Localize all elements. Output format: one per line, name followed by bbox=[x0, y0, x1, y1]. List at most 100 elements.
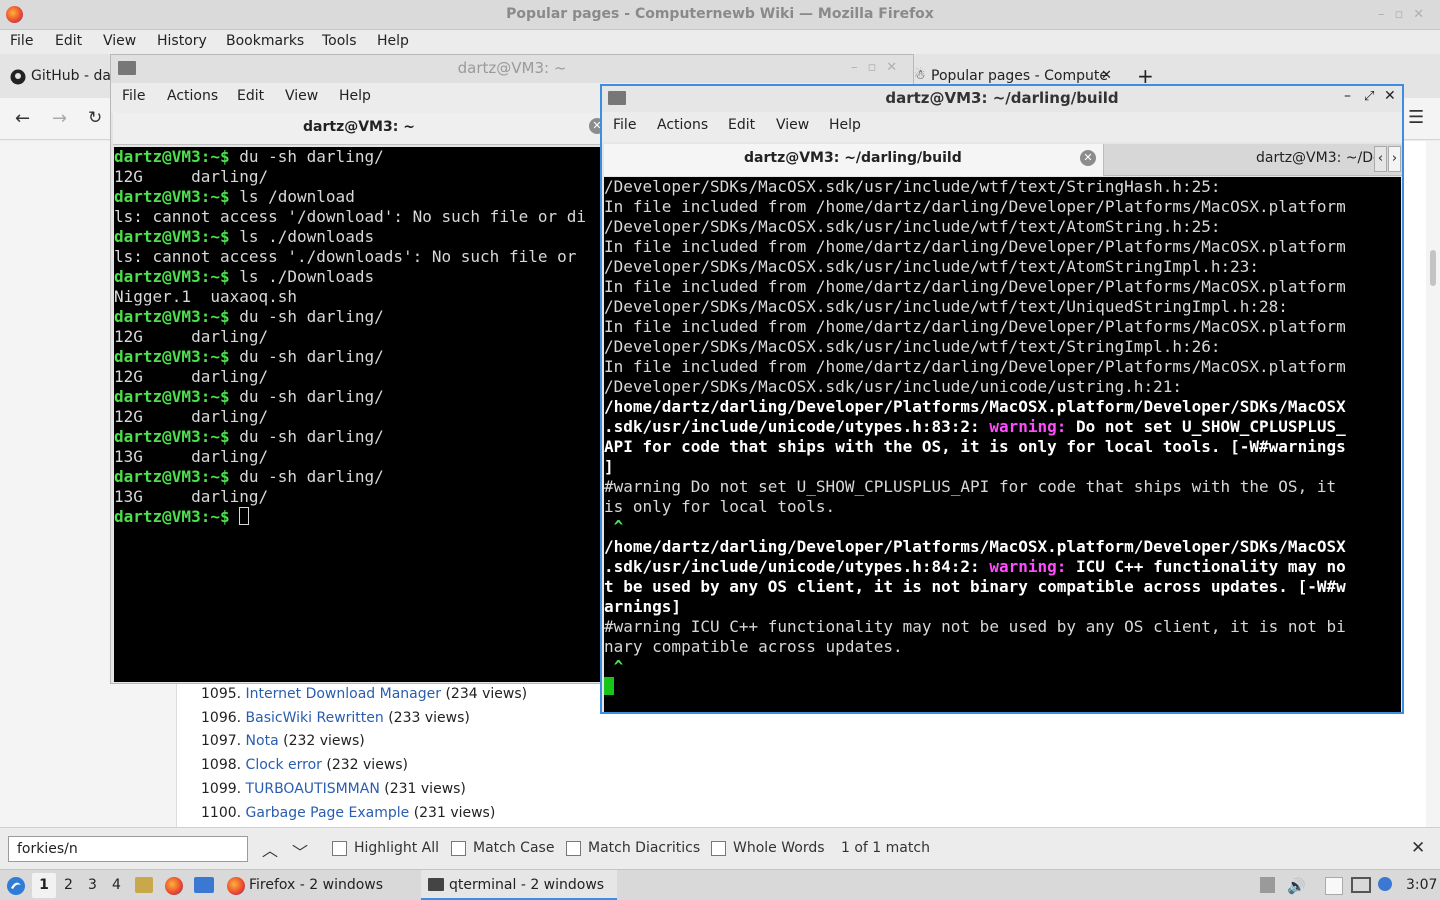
term-menu-file[interactable]: File bbox=[122, 88, 145, 104]
terminal-line bbox=[604, 677, 1401, 697]
start-menu-icon[interactable] bbox=[6, 876, 26, 896]
shell-output: 12G darling/ bbox=[114, 167, 269, 186]
whole-words-label[interactable]: Whole Words bbox=[733, 840, 825, 856]
match-diacritics-label[interactable]: Match Diacritics bbox=[588, 840, 700, 856]
match-diacritics-checkbox[interactable] bbox=[566, 841, 581, 856]
match-case-label[interactable]: Match Case bbox=[473, 840, 554, 856]
workspace-4[interactable]: 4 bbox=[112, 877, 121, 893]
close-findbar-icon[interactable]: ✕ bbox=[1411, 838, 1425, 858]
wiki-link[interactable]: Nota bbox=[246, 733, 279, 749]
tab-scroll-right-icon[interactable]: › bbox=[1388, 146, 1401, 172]
terminal-line: t be used by any OS client, it is not bi… bbox=[604, 577, 1401, 597]
clipboard-icon[interactable] bbox=[1260, 877, 1275, 893]
wiki-link[interactable]: TURBOAUTISMMAN bbox=[246, 781, 380, 797]
shell-output: Nigger.1 uaxaoq.sh bbox=[114, 287, 298, 306]
whole-words-checkbox[interactable] bbox=[711, 841, 726, 856]
terminal-line: /home/dartz/darling/Developer/Platforms/… bbox=[604, 397, 1401, 417]
reload-icon[interactable]: ↻ bbox=[88, 108, 102, 128]
view-count: (231 views) bbox=[384, 781, 466, 797]
terminal-tab-second[interactable]: dartz@VM3: ~/Dc bbox=[1256, 150, 1381, 166]
menu-help[interactable]: Help bbox=[377, 33, 409, 49]
term-menu-view[interactable]: View bbox=[285, 88, 318, 104]
menu-edit[interactable]: Edit bbox=[55, 33, 82, 49]
workspace-2[interactable]: 2 bbox=[64, 877, 73, 893]
match-case-checkbox[interactable] bbox=[451, 841, 466, 856]
wiki-link[interactable]: Garbage Page Example bbox=[246, 805, 410, 821]
page-scrollbar-thumb[interactable] bbox=[1430, 250, 1436, 286]
minimize-icon[interactable]: – bbox=[1344, 88, 1351, 104]
tab-scroll-left-icon[interactable]: ‹ bbox=[1374, 146, 1387, 172]
terminal-home-window-controls[interactable]: –▫✕ bbox=[851, 60, 907, 75]
maximize-icon[interactable]: ⤢ bbox=[1364, 89, 1374, 104]
workspace-3[interactable]: 3 bbox=[88, 877, 97, 893]
firefox-task[interactable]: Firefox - 2 windows bbox=[249, 877, 383, 893]
warning-message: Do not set U_SHOW_CPLUSPLUS_ bbox=[1066, 417, 1346, 436]
terminal-line: ^ bbox=[604, 517, 1401, 537]
shell-output: 12G darling/ bbox=[114, 407, 269, 426]
tab-close-icon[interactable]: ✕ bbox=[1101, 68, 1112, 83]
tab-favicon-icon: ☃ bbox=[914, 68, 926, 83]
find-bar: ︿ ﹀ Highlight All Match Case Match Diacr… bbox=[0, 827, 1440, 869]
terminal-tab-build[interactable]: dartz@VM3: ~/darling/build ✕ bbox=[604, 144, 1104, 176]
compiler-output: /home/dartz/darling/Developer/Platforms/… bbox=[604, 397, 1346, 416]
firefox-window-controls[interactable]: –▫✕ bbox=[1378, 7, 1434, 22]
shell-prompt: dartz@VM3:~$ bbox=[114, 267, 230, 286]
tab-github[interactable]: GitHub - dar bbox=[31, 68, 117, 84]
terminal-tab-home[interactable]: dartz@VM3: ~ bbox=[303, 119, 415, 135]
term-menu-view[interactable]: View bbox=[776, 117, 809, 133]
term-menu-actions[interactable]: Actions bbox=[657, 117, 708, 133]
close-icon[interactable]: ✕ bbox=[1384, 88, 1396, 104]
forward-icon[interactable]: → bbox=[52, 108, 67, 129]
highlight-all-checkbox[interactable] bbox=[332, 841, 347, 856]
term-menu-help[interactable]: Help bbox=[339, 88, 371, 104]
term-menu-edit[interactable]: Edit bbox=[237, 88, 264, 104]
volume-icon[interactable]: 🔊 bbox=[1287, 877, 1306, 895]
desktop-icon[interactable] bbox=[194, 877, 214, 893]
compiler-output: In file included from /home/dartz/darlin… bbox=[604, 317, 1346, 336]
find-input[interactable] bbox=[8, 836, 248, 862]
compiler-output: ^ bbox=[604, 517, 624, 536]
menu-tools[interactable]: Tools bbox=[322, 33, 357, 49]
firefox-launcher-icon[interactable] bbox=[165, 877, 183, 895]
find-previous-icon[interactable]: ︿ bbox=[262, 837, 278, 861]
terminal-line: /Developer/SDKs/MacOSX.sdk/usr/include/u… bbox=[604, 377, 1401, 397]
screen-icon[interactable] bbox=[1351, 877, 1371, 893]
file-manager-icon[interactable] bbox=[135, 877, 153, 893]
list-rank: 1099. bbox=[201, 781, 242, 797]
workspace-1[interactable]: 1 bbox=[32, 873, 56, 898]
tab-popular-pages[interactable]: Popular pages - Compute bbox=[931, 68, 1108, 84]
list-rank: 1095. bbox=[201, 686, 242, 702]
highlight-all-label[interactable]: Highlight All bbox=[354, 840, 439, 856]
terminal-window-build: dartz@VM3: ~/darling/build – ⤢ ✕ File Ac… bbox=[600, 84, 1404, 714]
compiler-location: .sdk/usr/include/unicode/utypes.h:84:2: bbox=[604, 557, 990, 576]
wiki-link[interactable]: Clock error bbox=[246, 757, 322, 773]
wiki-link[interactable]: BasicWiki Rewritten bbox=[246, 710, 384, 726]
terminal-tab-close-icon[interactable]: ✕ bbox=[1080, 150, 1096, 166]
wiki-link[interactable]: Internet Download Manager bbox=[246, 686, 441, 702]
compiler-output: /Developer/SDKs/MacOSX.sdk/usr/include/w… bbox=[604, 257, 1260, 276]
term-menu-actions[interactable]: Actions bbox=[167, 88, 218, 104]
terminal-tab-build-label: dartz@VM3: ~/darling/build bbox=[744, 150, 962, 166]
find-status: 1 of 1 match bbox=[841, 840, 930, 856]
notes-icon[interactable] bbox=[1325, 877, 1343, 895]
compiler-output: arnings] bbox=[604, 597, 682, 616]
clock[interactable]: 3:07 bbox=[1406, 877, 1437, 893]
shell-prompt: dartz@VM3:~$ bbox=[114, 187, 230, 206]
update-notifier-icon[interactable] bbox=[1378, 877, 1392, 891]
find-next-icon[interactable]: ﹀ bbox=[292, 839, 308, 863]
terminal-line: .sdk/usr/include/unicode/utypes.h:83:2: … bbox=[604, 417, 1401, 437]
terminal-home-title: dartz@VM3: ~ bbox=[457, 59, 567, 77]
term-menu-edit[interactable]: Edit bbox=[728, 117, 755, 133]
term-menu-file[interactable]: File bbox=[613, 117, 636, 133]
shell-prompt: dartz@VM3:~$ bbox=[114, 227, 230, 246]
back-icon[interactable]: ← bbox=[15, 108, 30, 129]
qterminal-task-button[interactable]: qterminal - 2 windows bbox=[421, 870, 617, 900]
compiler-output: In file included from /home/dartz/darlin… bbox=[604, 237, 1346, 256]
hamburger-menu-icon[interactable]: ☰ bbox=[1408, 107, 1424, 128]
menu-file[interactable]: File bbox=[10, 33, 33, 49]
menu-history[interactable]: History bbox=[157, 33, 207, 49]
terminal-build-output[interactable]: /Developer/SDKs/MacOSX.sdk/usr/include/w… bbox=[604, 177, 1401, 712]
menu-view[interactable]: View bbox=[103, 33, 136, 49]
menu-bookmarks[interactable]: Bookmarks bbox=[226, 33, 304, 49]
term-menu-help[interactable]: Help bbox=[829, 117, 861, 133]
